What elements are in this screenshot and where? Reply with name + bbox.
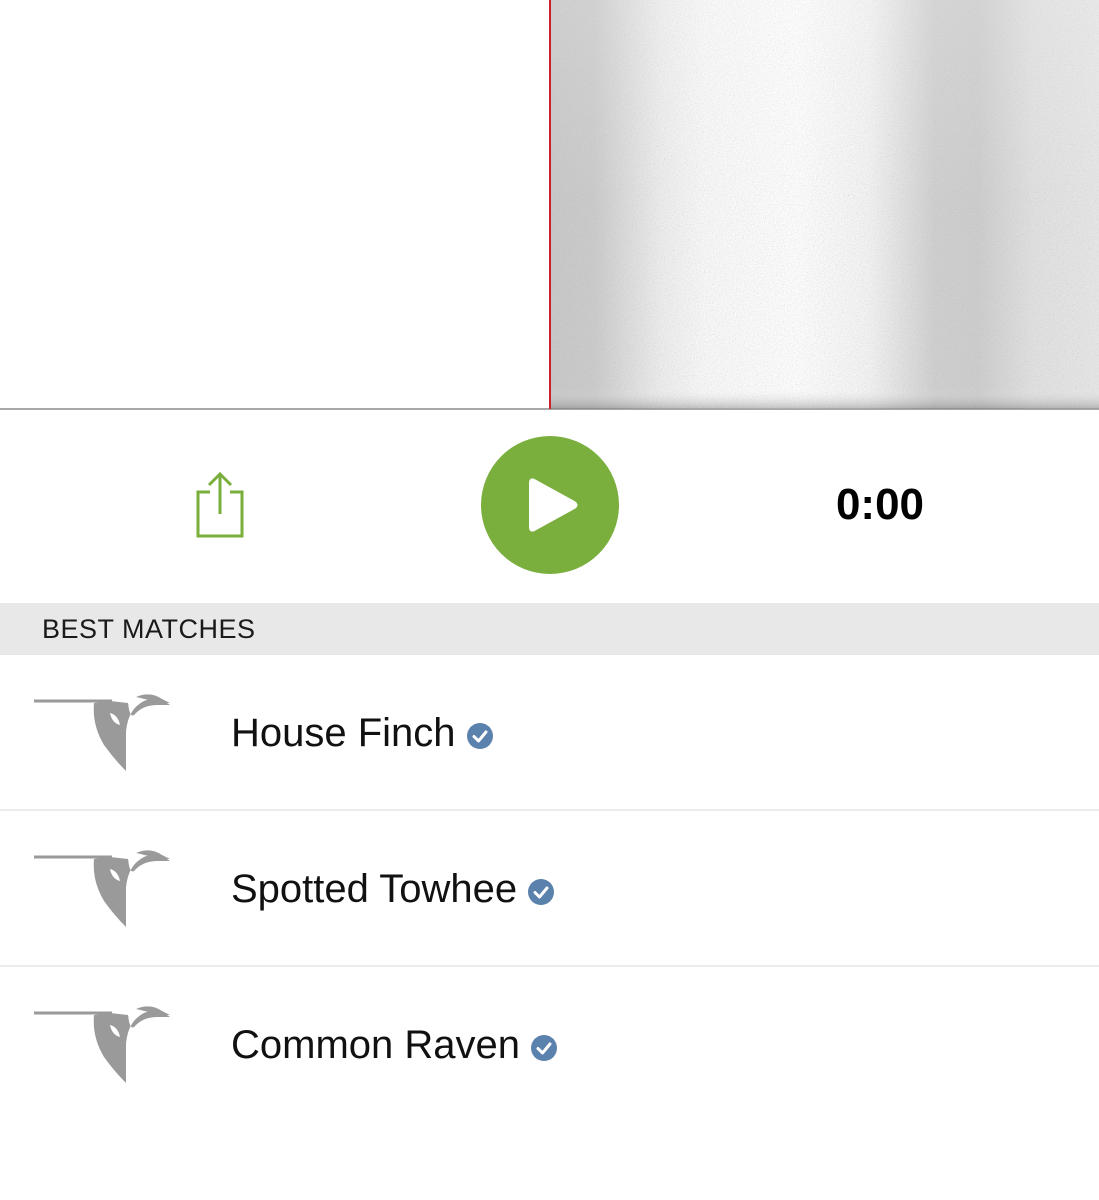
species-name: Common Raven [231, 1019, 558, 1069]
verified-check-icon [528, 879, 555, 906]
play-button[interactable] [481, 436, 619, 574]
verified-check-icon [466, 723, 493, 750]
playback-controls: 0:00 [0, 410, 1099, 603]
match-row[interactable]: Spotted Towhee [0, 811, 1099, 967]
bird-silhouette-icon [34, 694, 170, 771]
species-name: House Finch [231, 707, 494, 757]
bird-silhouette-icon [34, 850, 170, 927]
match-row[interactable]: House Finch [0, 655, 1099, 811]
match-row[interactable]: Common Raven [0, 967, 1099, 1123]
spectrogram[interactable] [0, 0, 1099, 410]
species-name: Spotted Towhee [231, 863, 555, 913]
elapsed-time: 0:00 [835, 480, 925, 529]
section-header: BEST MATCHES [0, 603, 1099, 655]
species-label: Common Raven [231, 1023, 521, 1068]
species-label: House Finch [231, 711, 456, 756]
section-title: BEST MATCHES [42, 614, 256, 644]
bird-silhouette-icon [34, 1006, 170, 1083]
verified-check-icon [531, 1035, 558, 1062]
playhead-line[interactable] [549, 0, 551, 409]
species-label: Spotted Towhee [231, 867, 518, 912]
sound-id-screen: 0:00 BEST MATCHES House Finch Spotted To… [0, 0, 1099, 1200]
play-icon [529, 478, 578, 532]
share-button[interactable] [190, 470, 250, 542]
share-icon [196, 471, 244, 538]
